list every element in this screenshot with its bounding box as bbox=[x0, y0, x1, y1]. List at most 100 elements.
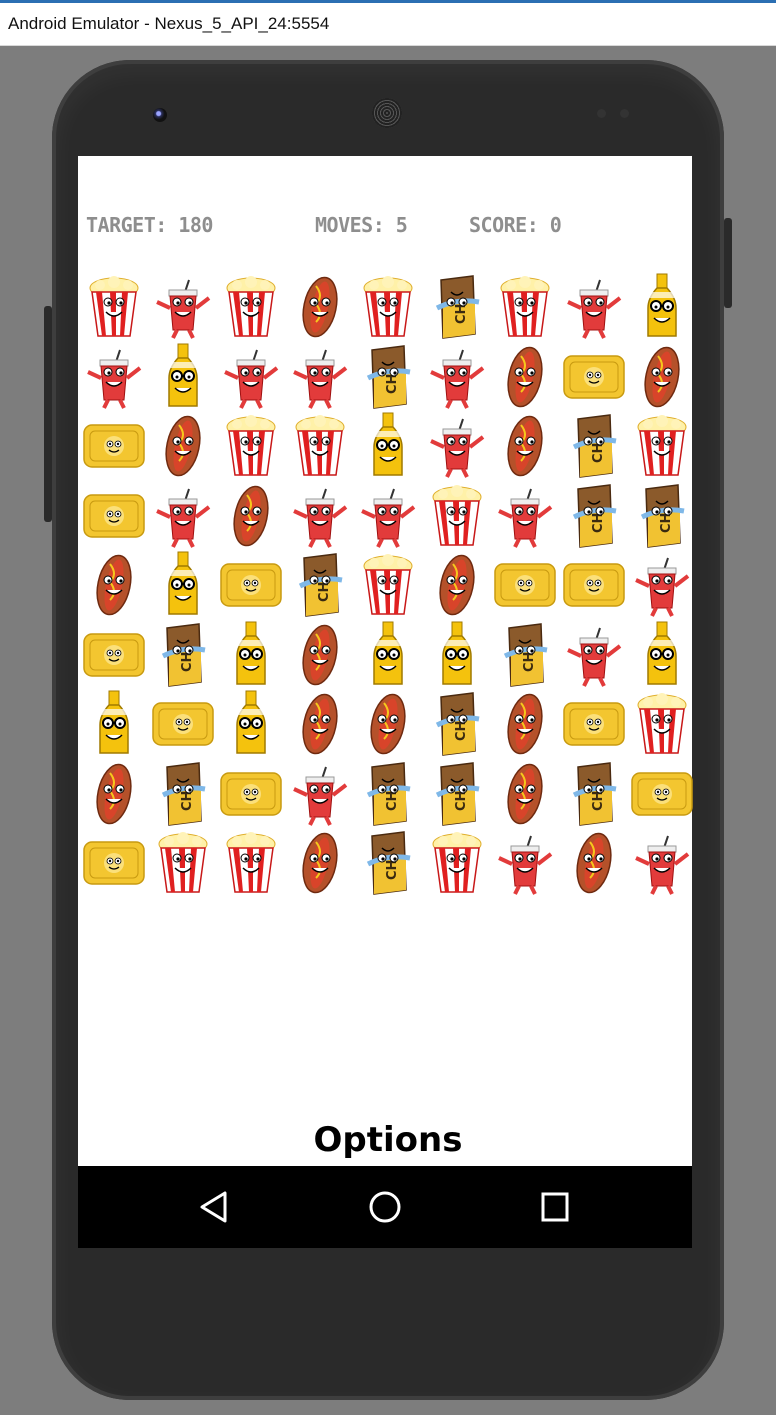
chocolate-tile[interactable]: CH bbox=[491, 620, 559, 688]
ticket-tile[interactable] bbox=[80, 411, 148, 479]
chocolate-tile[interactable]: CH bbox=[354, 759, 422, 827]
popcorn-tile[interactable] bbox=[217, 828, 285, 896]
ticket-tile[interactable] bbox=[217, 759, 285, 827]
beer-tile[interactable] bbox=[628, 620, 696, 688]
soda-tile[interactable] bbox=[628, 550, 696, 618]
chocolate-tile[interactable]: CH bbox=[354, 828, 422, 896]
beer-tile[interactable] bbox=[354, 411, 422, 479]
ticket-tile[interactable] bbox=[80, 620, 148, 688]
hotdog-tile[interactable] bbox=[286, 828, 354, 896]
soda-tile[interactable] bbox=[286, 759, 354, 827]
beer-tile[interactable] bbox=[423, 620, 491, 688]
chocolate-tile[interactable]: CH bbox=[354, 342, 422, 410]
chocolate-tile[interactable]: CH bbox=[423, 689, 491, 757]
hotdog-tile[interactable] bbox=[628, 342, 696, 410]
home-button[interactable] bbox=[345, 1166, 425, 1248]
popcorn-icon bbox=[158, 832, 207, 893]
soda-tile[interactable] bbox=[423, 342, 491, 410]
hotdog-tile[interactable] bbox=[491, 342, 559, 410]
recents-button[interactable] bbox=[515, 1166, 595, 1248]
popcorn-tile[interactable] bbox=[354, 550, 422, 618]
hotdog-tile[interactable] bbox=[354, 689, 422, 757]
beer-tile[interactable] bbox=[80, 689, 148, 757]
beer-tile[interactable] bbox=[149, 550, 217, 618]
popcorn-tile[interactable] bbox=[628, 411, 696, 479]
hotdog-tile[interactable] bbox=[560, 828, 628, 896]
hotdog-icon bbox=[507, 346, 543, 407]
ticket-icon bbox=[220, 563, 282, 607]
soda-tile[interactable] bbox=[628, 828, 696, 896]
hotdog-tile[interactable] bbox=[286, 689, 354, 757]
ticket-tile[interactable] bbox=[217, 550, 285, 618]
svg-text:CH: CH bbox=[454, 304, 469, 324]
chocolate-tile[interactable]: CH bbox=[560, 481, 628, 549]
hotdog-icon bbox=[507, 693, 543, 755]
hotdog-tile[interactable] bbox=[491, 759, 559, 827]
hotdog-tile[interactable] bbox=[491, 411, 559, 479]
soda-icon bbox=[566, 627, 621, 687]
soda-tile[interactable] bbox=[217, 342, 285, 410]
soda-tile[interactable] bbox=[80, 342, 148, 410]
beer-tile[interactable] bbox=[217, 620, 285, 688]
ticket-tile[interactable] bbox=[491, 550, 559, 618]
popcorn-tile[interactable] bbox=[628, 689, 696, 757]
popcorn-tile[interactable] bbox=[354, 272, 422, 340]
popcorn-tile[interactable] bbox=[423, 828, 491, 896]
hotdog-tile[interactable] bbox=[423, 550, 491, 618]
chocolate-tile[interactable]: CH bbox=[560, 759, 628, 827]
popcorn-tile[interactable] bbox=[217, 272, 285, 340]
hotdog-icon bbox=[370, 693, 406, 755]
beer-tile[interactable] bbox=[149, 342, 217, 410]
soda-tile[interactable] bbox=[491, 828, 559, 896]
svg-text:CH: CH bbox=[317, 582, 332, 602]
popcorn-tile[interactable] bbox=[286, 411, 354, 479]
popcorn-tile[interactable] bbox=[423, 481, 491, 549]
options-button[interactable]: Options bbox=[0, 1120, 776, 1160]
chocolate-tile[interactable]: CH bbox=[149, 759, 217, 827]
hotdog-tile[interactable] bbox=[491, 689, 559, 757]
hotdog-tile[interactable] bbox=[217, 481, 285, 549]
popcorn-tile[interactable] bbox=[491, 272, 559, 340]
soda-tile[interactable] bbox=[423, 411, 491, 479]
titlebar-accent-line bbox=[0, 0, 776, 3]
hotdog-tile[interactable] bbox=[286, 620, 354, 688]
beer-tile[interactable] bbox=[217, 689, 285, 757]
soda-tile[interactable] bbox=[149, 481, 217, 549]
soda-tile[interactable] bbox=[149, 272, 217, 340]
power-button[interactable] bbox=[44, 306, 52, 522]
ticket-tile[interactable] bbox=[80, 481, 148, 549]
chocolate-icon: CH bbox=[435, 275, 479, 339]
svg-text:CH: CH bbox=[385, 790, 400, 810]
popcorn-tile[interactable] bbox=[217, 411, 285, 479]
beer-tile[interactable] bbox=[354, 620, 422, 688]
ticket-tile[interactable] bbox=[80, 828, 148, 896]
soda-tile[interactable] bbox=[286, 481, 354, 549]
chocolate-tile[interactable]: CH bbox=[560, 411, 628, 479]
chocolate-tile[interactable]: CH bbox=[628, 481, 696, 549]
soda-tile[interactable] bbox=[560, 620, 628, 688]
chocolate-tile[interactable]: CH bbox=[286, 550, 354, 618]
beer-tile[interactable] bbox=[628, 272, 696, 340]
hotdog-tile[interactable] bbox=[80, 550, 148, 618]
ticket-tile[interactable] bbox=[628, 759, 696, 827]
ticket-tile[interactable] bbox=[560, 689, 628, 757]
hotdog-tile[interactable] bbox=[80, 759, 148, 827]
popcorn-tile[interactable] bbox=[80, 272, 148, 340]
volume-button[interactable] bbox=[724, 218, 732, 308]
soda-tile[interactable] bbox=[491, 481, 559, 549]
hotdog-tile[interactable] bbox=[286, 272, 354, 340]
soda-tile[interactable] bbox=[286, 342, 354, 410]
soda-tile[interactable] bbox=[354, 481, 422, 549]
ticket-tile[interactable] bbox=[560, 550, 628, 618]
ticket-tile[interactable] bbox=[149, 689, 217, 757]
beer-icon bbox=[373, 412, 403, 476]
soda-tile[interactable] bbox=[560, 272, 628, 340]
chocolate-tile[interactable]: CH bbox=[149, 620, 217, 688]
chocolate-tile[interactable]: CH bbox=[423, 759, 491, 827]
chocolate-icon: CH bbox=[366, 761, 411, 826]
ticket-tile[interactable] bbox=[560, 342, 628, 410]
chocolate-tile[interactable]: CH bbox=[423, 272, 491, 340]
back-button[interactable] bbox=[174, 1166, 254, 1248]
hotdog-tile[interactable] bbox=[149, 411, 217, 479]
popcorn-tile[interactable] bbox=[149, 828, 217, 896]
